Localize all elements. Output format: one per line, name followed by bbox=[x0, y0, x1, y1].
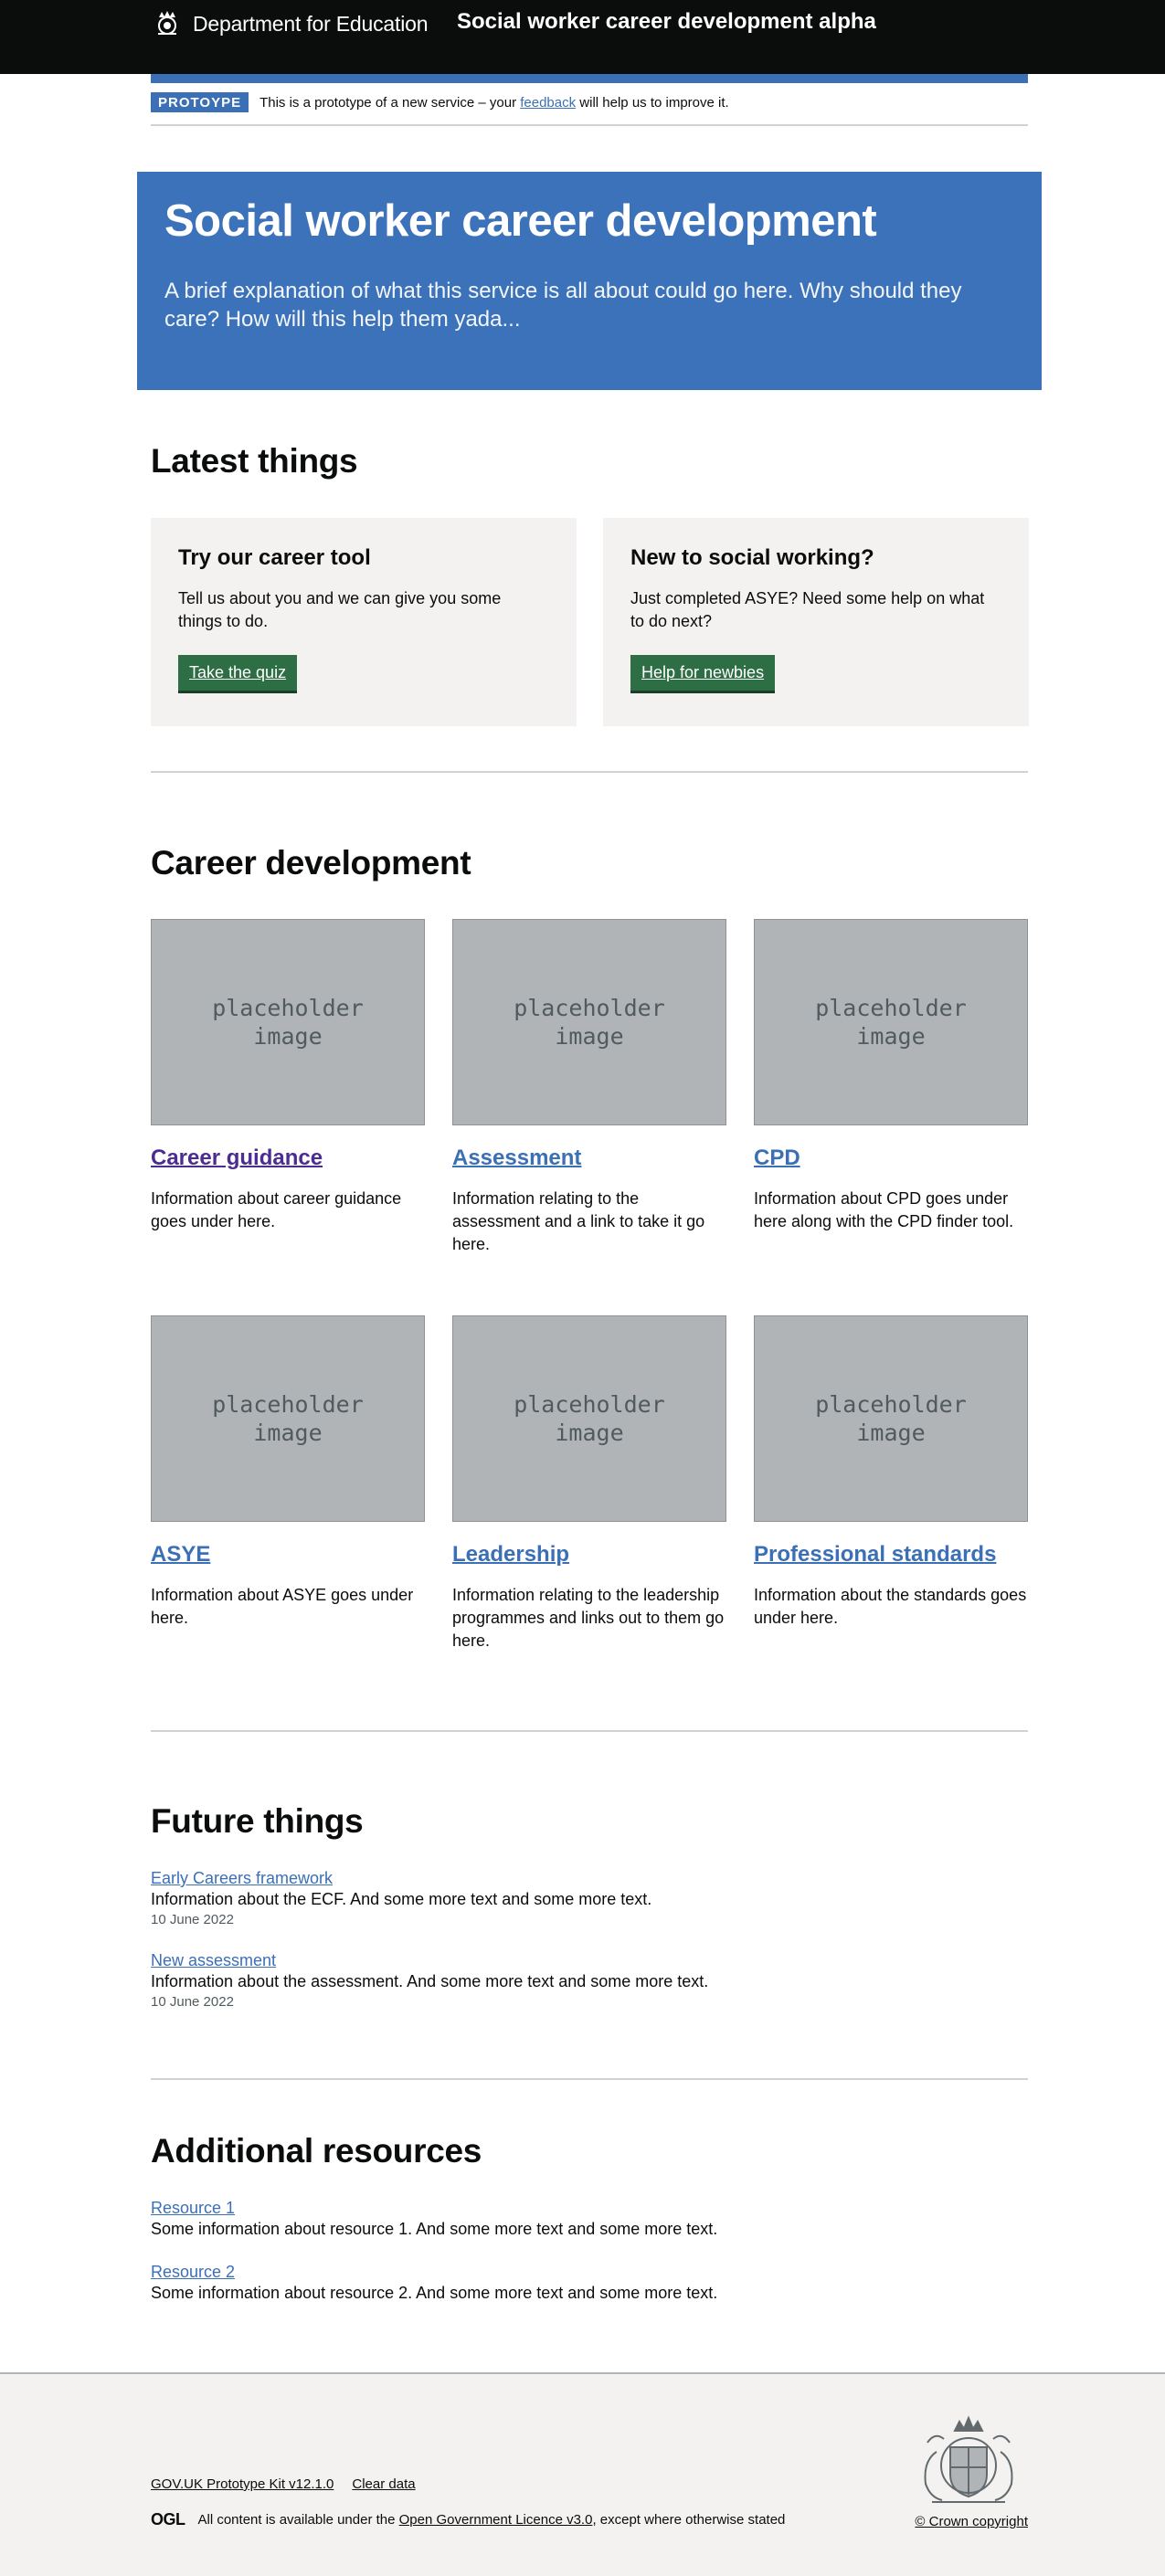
card-body: Tell us about you and we can give you so… bbox=[178, 589, 502, 631]
resource-2-link[interactable]: Resource 2 bbox=[151, 2263, 235, 2281]
placeholder-image: placeholder image bbox=[452, 1315, 726, 1522]
hero-panel: Social worker career development A brief… bbox=[137, 172, 1042, 390]
tile-description: Information about CPD goes under here al… bbox=[754, 1189, 1014, 1231]
item-description: Some information about resource 1. And s… bbox=[151, 2220, 718, 2238]
resources-heading: Additional resources bbox=[151, 2132, 482, 2170]
licence-statement: OGL All content is available under the O… bbox=[151, 2510, 785, 2529]
phase-text-before: This is a prototype of a new service – y… bbox=[259, 94, 521, 111]
section-divider bbox=[151, 1730, 1028, 1732]
asye-link[interactable]: ASYE bbox=[151, 1542, 425, 1568]
career-heading: Career development bbox=[151, 844, 471, 882]
placeholder-text: placeholder bbox=[815, 1390, 967, 1418]
header-accent-bar bbox=[151, 74, 1028, 83]
tile-description: Information relating to the leadership p… bbox=[452, 1586, 725, 1651]
section-divider bbox=[151, 2078, 1028, 2080]
card-title: New to social working? bbox=[630, 545, 874, 570]
placeholder-text: image bbox=[253, 1023, 323, 1050]
footer-links: GOV.UK Prototype Kit v12.1.0 Clear data bbox=[151, 2476, 416, 2492]
placeholder-text: image bbox=[253, 1420, 323, 1446]
item-description: Information about the assessment. And so… bbox=[151, 1972, 709, 1990]
item-date: 10 June 2022 bbox=[151, 1994, 234, 2010]
asye-tile: placeholder image ASYE Information about … bbox=[151, 1315, 425, 1630]
placeholder-image: placeholder image bbox=[754, 919, 1028, 1125]
clear-data-link[interactable]: Clear data bbox=[352, 2476, 415, 2492]
licence-text-before: All content is available under the bbox=[197, 2512, 399, 2528]
tile-description: Information about the standards goes und… bbox=[754, 1586, 1027, 1628]
career-guidance-link[interactable]: Career guidance bbox=[151, 1145, 425, 1171]
placeholder-image: placeholder image bbox=[754, 1315, 1028, 1522]
tile-description: Information about career guidance goes u… bbox=[151, 1189, 402, 1231]
licence-text-after: , except where otherwise stated bbox=[592, 2512, 786, 2528]
feedback-link[interactable]: feedback bbox=[520, 95, 576, 111]
placeholder-image: placeholder image bbox=[452, 919, 726, 1125]
service-name[interactable]: Social worker career development alpha bbox=[457, 9, 876, 35]
item-description: Information about the ECF. And some more… bbox=[151, 1890, 652, 1908]
royal-coat-of-arms-icon bbox=[909, 2411, 1028, 2507]
leadership-link[interactable]: Leadership bbox=[452, 1542, 726, 1568]
tile-description: Information relating to the assessment a… bbox=[452, 1189, 705, 1254]
career-guidance-tile: placeholder image Career guidance Informa… bbox=[151, 919, 425, 1233]
tile-description: Information about ASYE goes under here. bbox=[151, 1586, 414, 1628]
ogl-logo: OGL bbox=[151, 2510, 185, 2528]
placeholder-text: placeholder bbox=[514, 994, 665, 1021]
latest-heading: Latest things bbox=[151, 442, 358, 480]
professional-standards-tile: placeholder image Professional standards … bbox=[754, 1315, 1028, 1630]
leadership-tile: placeholder image Leadership Information … bbox=[452, 1315, 726, 1653]
early-careers-link[interactable]: Early Careers framework bbox=[151, 1869, 333, 1887]
list-item: Resource 1 Some information about resour… bbox=[151, 2199, 717, 2239]
phase-banner: PROTOYPE This is a prototype of a new se… bbox=[151, 91, 1028, 126]
item-date: 10 June 2022 bbox=[151, 1912, 234, 1927]
placeholder-text: placeholder bbox=[212, 994, 364, 1021]
placeholder-image: placeholder image bbox=[151, 1315, 425, 1522]
resource-1-link[interactable]: Resource 1 bbox=[151, 2199, 235, 2217]
page-title: Social worker career development bbox=[164, 196, 877, 246]
placeholder-text: placeholder bbox=[212, 1390, 364, 1418]
list-item: New assessment Information about the ass… bbox=[151, 1951, 708, 2010]
placeholder-text: image bbox=[856, 1023, 926, 1050]
help-for-newbies-button[interactable]: Help for newbies bbox=[630, 655, 776, 692]
assessment-link[interactable]: Assessment bbox=[452, 1145, 726, 1171]
future-heading: Future things bbox=[151, 1802, 364, 1840]
placeholder-text: image bbox=[555, 1023, 624, 1050]
crown-copyright: © Crown copyright bbox=[915, 2514, 1028, 2529]
licence-text: All content is available under the Open … bbox=[198, 2512, 786, 2528]
phase-text: This is a prototype of a new service – y… bbox=[259, 95, 729, 111]
placeholder-text: image bbox=[555, 1420, 624, 1446]
phase-tag: PROTOYPE bbox=[151, 92, 249, 112]
placeholder-text: placeholder bbox=[815, 994, 967, 1021]
header-brand[interactable]: Department for Education bbox=[151, 7, 428, 40]
section-divider bbox=[151, 771, 1028, 773]
crown-copyright-link[interactable]: © Crown copyright bbox=[915, 2514, 1028, 2529]
org-name: Department for Education bbox=[193, 11, 429, 36]
assessment-tile: placeholder image Assessment Information … bbox=[452, 919, 726, 1257]
placeholder-image: placeholder image bbox=[151, 919, 425, 1125]
card-title: Try our career tool bbox=[178, 545, 371, 570]
site-header: Department for Education Social worker c… bbox=[0, 0, 1165, 74]
placeholder-text: placeholder bbox=[514, 1390, 665, 1418]
list-item: Early Careers framework Information abou… bbox=[151, 1869, 651, 1927]
site-footer: GOV.UK Prototype Kit v12.1.0 Clear data … bbox=[0, 2372, 1165, 2576]
prototype-kit-link[interactable]: GOV.UK Prototype Kit v12.1.0 bbox=[151, 2476, 334, 2492]
cpd-link[interactable]: CPD bbox=[754, 1145, 1028, 1171]
phase-text-after: will help us to improve it. bbox=[576, 94, 729, 111]
newbies-card: New to social working? Just completed AS… bbox=[603, 518, 1029, 726]
crown-crest-icon bbox=[151, 7, 184, 40]
cpd-tile: placeholder image CPD Information about C… bbox=[754, 919, 1028, 1233]
card-body: Just completed ASYE? Need some help on w… bbox=[630, 589, 985, 631]
item-description: Some information about resource 2. And s… bbox=[151, 2284, 718, 2302]
hero-description: A brief explanation of what this service… bbox=[164, 279, 962, 332]
take-quiz-button[interactable]: Take the quiz bbox=[178, 655, 298, 692]
professional-standards-link[interactable]: Professional standards bbox=[754, 1542, 1028, 1568]
career-tool-card: Try our career tool Tell us about you an… bbox=[151, 518, 577, 726]
new-assessment-link[interactable]: New assessment bbox=[151, 1951, 276, 1969]
list-item: Resource 2 Some information about resour… bbox=[151, 2263, 717, 2303]
placeholder-text: image bbox=[856, 1420, 926, 1446]
ogl-licence-link[interactable]: Open Government Licence v3.0 bbox=[399, 2512, 593, 2528]
